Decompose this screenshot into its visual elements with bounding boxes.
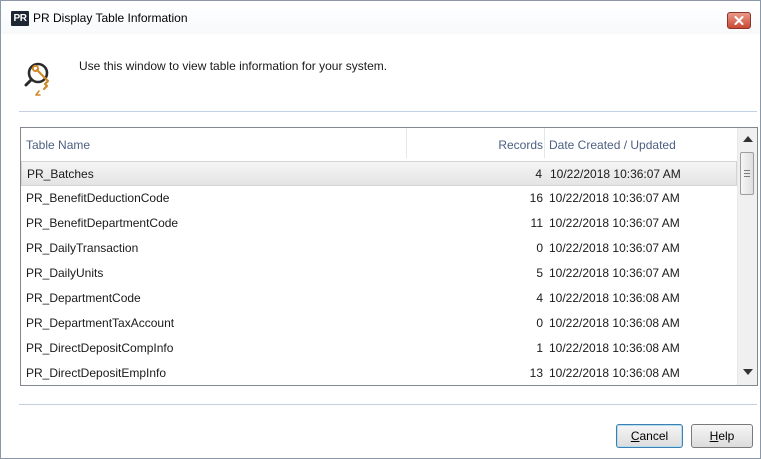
cell-table-name: PR_DirectDepositEmpInfo: [26, 366, 167, 380]
cancel-button[interactable]: Cancel: [616, 424, 683, 448]
cell-table-name: PR_Batches: [27, 167, 94, 181]
cell-date: 10/22/2018 10:36:08 AM: [549, 316, 680, 330]
scroll-up-arrow-icon[interactable]: [743, 136, 753, 142]
scroll-thumb[interactable]: [740, 152, 754, 195]
table-row[interactable]: PR_DirectDepositEmpInfo 13 10/22/2018 10…: [21, 361, 737, 385]
cell-table-name: PR_DailyUnits: [26, 266, 104, 280]
key-search-icon: [24, 62, 50, 96]
cell-records: 4: [536, 291, 543, 305]
intro-text: Use this window to view table informatio…: [79, 59, 388, 73]
column-header-date[interactable]: Date Created / Updated: [549, 128, 676, 162]
window-title: PR Display Table Information: [33, 11, 188, 25]
table-row[interactable]: PR_DepartmentTaxAccount 0 10/22/2018 10:…: [21, 311, 737, 336]
table-row[interactable]: PR_DepartmentCode 4 10/22/2018 10:36:08 …: [21, 286, 737, 311]
table-row[interactable]: PR_DailyUnits 5 10/22/2018 10:36:07 AM: [21, 261, 737, 286]
column-separator[interactable]: [544, 128, 545, 158]
cell-table-name: PR_BenefitDepartmentCode: [26, 216, 179, 230]
grip-line: [744, 170, 750, 171]
table-row[interactable]: PR_Batches 4 10/22/2018 10:36:07 AM: [21, 161, 737, 186]
cell-table-name: PR_DepartmentCode: [26, 291, 141, 305]
table-row[interactable]: PR_DirectDepositCompInfo 1 10/22/2018 10…: [21, 336, 737, 361]
cell-table-name: PR_DailyTransaction: [26, 241, 139, 255]
table-row[interactable]: PR_BenefitDepartmentCode 11 10/22/2018 1…: [21, 211, 737, 236]
column-separator[interactable]: [406, 128, 407, 158]
cell-table-name: PR_DirectDepositCompInfo: [26, 341, 174, 355]
list-header: Table Name Records Date Created / Update…: [21, 128, 737, 163]
table-list[interactable]: Table Name Records Date Created / Update…: [20, 127, 758, 386]
table-row[interactable]: PR_BenefitDeductionCode 16 10/22/2018 10…: [21, 186, 737, 211]
cell-table-name: PR_DepartmentTaxAccount: [26, 316, 175, 330]
bottom-divider: [19, 404, 757, 405]
pr-app-icon: PR: [11, 11, 29, 26]
cell-date: 10/22/2018 10:36:08 AM: [549, 366, 680, 380]
grip-line: [744, 173, 750, 174]
cell-records: 1: [536, 341, 543, 355]
cell-date: 10/22/2018 10:36:07 AM: [550, 167, 681, 181]
cell-date: 10/22/2018 10:36:07 AM: [549, 191, 680, 205]
cell-date: 10/22/2018 10:36:07 AM: [549, 216, 680, 230]
column-header-table-name[interactable]: Table Name: [26, 128, 90, 162]
cell-date: 10/22/2018 10:36:07 AM: [549, 241, 680, 255]
cell-table-name: PR_BenefitDeductionCode: [26, 191, 170, 205]
cell-records: 13: [529, 366, 543, 380]
help-button[interactable]: Help: [691, 424, 753, 448]
cell-records: 16: [529, 191, 543, 205]
cell-date: 10/22/2018 10:36:08 AM: [549, 291, 680, 305]
table-row[interactable]: PR_DailyTransaction 0 10/22/2018 10:36:0…: [21, 236, 737, 261]
close-icon: [734, 16, 744, 25]
grip-line: [744, 176, 750, 177]
title-bar[interactable]: PR PR Display Table Information: [1, 1, 760, 34]
top-divider: [19, 111, 757, 112]
cell-records: 0: [536, 316, 543, 330]
close-button[interactable]: [727, 12, 751, 29]
column-header-records[interactable]: Records: [498, 128, 543, 162]
cancel-label: ancel: [639, 429, 669, 443]
vertical-scrollbar[interactable]: [737, 128, 757, 385]
dialog-window: PR PR Display Table Information Use this…: [0, 0, 761, 459]
cell-records: 5: [536, 266, 543, 280]
cell-date: 10/22/2018 10:36:07 AM: [549, 266, 680, 280]
cell-records: 11: [530, 216, 543, 230]
cell-records: 0: [536, 241, 543, 255]
cell-date: 10/22/2018 10:36:08 AM: [549, 341, 680, 355]
cell-records: 4: [535, 167, 542, 181]
help-label: elp: [718, 429, 735, 443]
table-rows: PR_Batches 4 10/22/2018 10:36:07 AM PR_B…: [21, 161, 737, 385]
scroll-down-arrow-icon[interactable]: [743, 369, 753, 375]
